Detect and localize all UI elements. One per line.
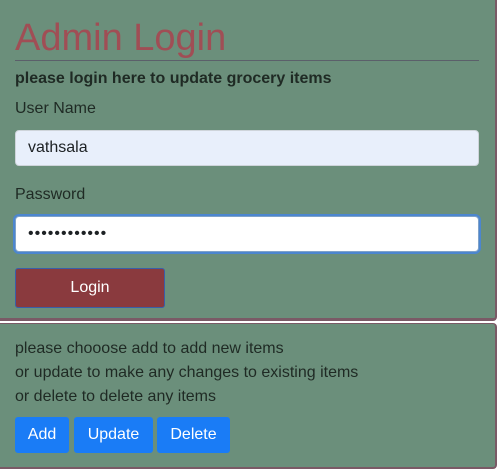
username-label: User Name bbox=[15, 100, 96, 117]
instruction-delete: or delete to delete any items bbox=[15, 388, 217, 405]
update-button[interactable]: Update bbox=[74, 417, 153, 453]
add-button[interactable]: Add bbox=[15, 417, 69, 453]
login-button[interactable]: Login bbox=[15, 268, 165, 308]
instruction-update: or update to make any changes to existin… bbox=[15, 364, 359, 381]
username-input[interactable] bbox=[15, 130, 479, 166]
password-label: Password bbox=[15, 186, 86, 203]
login-panel: Admin Login please login here to update … bbox=[0, 0, 497, 321]
instruction-add: please chooose add to add new items bbox=[15, 340, 284, 357]
title-divider bbox=[15, 60, 479, 61]
page-title: Admin Login bbox=[15, 17, 227, 59]
password-input[interactable] bbox=[15, 216, 479, 252]
actions-panel: please chooose add to add new items or u… bbox=[0, 323, 497, 469]
delete-button[interactable]: Delete bbox=[157, 417, 230, 453]
login-subtitle: please login here to update grocery item… bbox=[15, 70, 332, 87]
